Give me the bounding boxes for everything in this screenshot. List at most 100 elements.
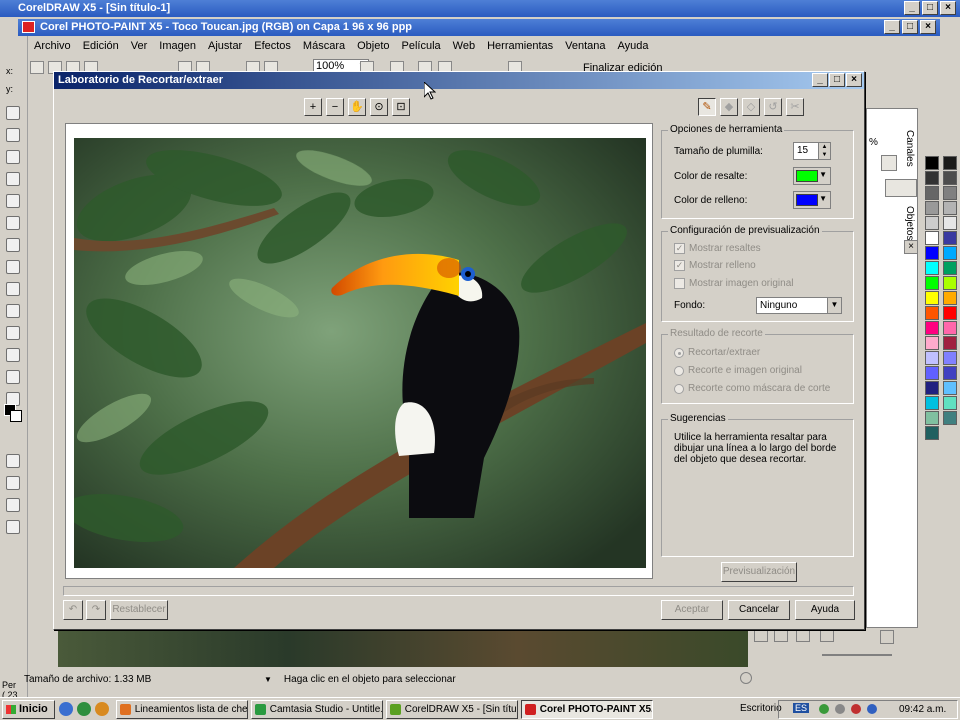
palette-swatch[interactable] <box>925 186 939 200</box>
palette-swatch[interactable] <box>925 291 939 305</box>
palette-swatch[interactable] <box>943 291 957 305</box>
palette-swatch[interactable] <box>925 306 939 320</box>
zoom-tool-icon[interactable] <box>6 172 20 186</box>
palette-swatch[interactable] <box>943 216 957 230</box>
background-color-icon[interactable] <box>10 410 22 422</box>
tray-security-icon[interactable] <box>835 704 845 714</box>
mask-tool-icon[interactable] <box>6 128 20 142</box>
palette-swatch[interactable] <box>943 171 957 185</box>
docker-close-icon[interactable]: × <box>904 240 918 254</box>
hand-icon[interactable]: ✋ <box>348 98 366 116</box>
zoom-to-fit-icon[interactable]: ⊡ <box>392 98 410 116</box>
paint-icon[interactable] <box>6 326 20 340</box>
palette-swatch[interactable] <box>943 156 957 170</box>
menu-ventana[interactable]: Ventana <box>559 40 611 52</box>
reset-button[interactable]: Restablecer <box>110 600 168 620</box>
quicklaunch-firefox-icon[interactable] <box>94 702 109 716</box>
cancel-button[interactable]: Cancelar <box>728 600 790 620</box>
clone-icon[interactable] <box>6 370 20 384</box>
palette-swatch[interactable] <box>925 426 939 440</box>
palette-swatch[interactable] <box>925 351 939 365</box>
menu-ajustar[interactable]: Ajustar <box>202 40 248 52</box>
eraser-icon[interactable] <box>6 216 20 230</box>
palette-swatch[interactable] <box>943 231 957 245</box>
dialog-maximize-button[interactable]: □ <box>829 73 845 87</box>
palette-swatch[interactable] <box>925 396 939 410</box>
brush-icon[interactable] <box>6 454 20 468</box>
zoom-out-icon[interactable]: − <box>326 98 344 116</box>
task-firefox[interactable]: Lineamientos lista de che... <box>115 699 248 719</box>
nib-size-spinner[interactable]: 15 ▲ ▼ <box>793 142 831 160</box>
text-tool-icon[interactable] <box>6 304 20 318</box>
maximize-button[interactable]: □ <box>922 1 938 15</box>
show-fill-checkbox[interactable]: ✓ Mostrar relleno <box>674 260 756 271</box>
layer-thumbnail-icon[interactable] <box>881 155 897 171</box>
highlight-color-picker[interactable]: ▼ <box>793 167 831 185</box>
palette-swatch[interactable] <box>943 336 957 350</box>
palette-swatch[interactable] <box>943 276 957 290</box>
tray-network-icon[interactable] <box>819 704 829 714</box>
palette-swatch[interactable] <box>943 246 957 260</box>
palette-swatch[interactable] <box>943 186 957 200</box>
palette-swatch[interactable] <box>943 396 957 410</box>
menu-pelicula[interactable]: Película <box>396 40 447 52</box>
trash-icon[interactable] <box>880 630 894 644</box>
pp-maximize-button[interactable]: □ <box>902 20 918 34</box>
pp-minimize-button[interactable]: _ <box>884 20 900 34</box>
layer-options-icon[interactable] <box>796 630 810 642</box>
tray-record-icon[interactable] <box>851 704 861 714</box>
palette-swatch[interactable] <box>943 366 957 380</box>
help-button[interactable]: Ayuda <box>795 600 855 620</box>
palette-swatch[interactable] <box>925 366 939 380</box>
sponge-icon[interactable] <box>6 520 20 534</box>
menu-web[interactable]: Web <box>447 40 481 52</box>
palette-swatch[interactable] <box>943 321 957 335</box>
palette-swatch[interactable] <box>943 351 957 365</box>
crop-tool-icon[interactable] <box>6 150 20 164</box>
palette-swatch[interactable] <box>925 231 939 245</box>
dialog-minimize-button[interactable]: _ <box>812 73 828 87</box>
tab-objects[interactable]: Objetos <box>904 206 915 240</box>
palette-swatch[interactable] <box>925 201 939 215</box>
palette-swatch[interactable] <box>925 381 939 395</box>
quicklaunch-ie-icon[interactable] <box>58 702 73 716</box>
palette-swatch[interactable] <box>925 276 939 290</box>
cleanup-tool-icon[interactable]: ✂ <box>786 98 804 116</box>
palette-swatch[interactable] <box>925 411 939 425</box>
dialog-close-button[interactable]: × <box>846 73 862 87</box>
crop-extract-radio[interactable]: Recortar/extraer <box>674 347 760 358</box>
palette-swatch[interactable] <box>943 411 957 425</box>
menu-objeto[interactable]: Objeto <box>351 40 395 52</box>
eyedropper-icon[interactable] <box>6 194 20 208</box>
chevron-down-icon[interactable]: ▼ <box>264 675 272 684</box>
accept-button[interactable]: Aceptar <box>661 600 723 620</box>
zoom-in-icon[interactable]: + <box>304 98 322 116</box>
ellipse-icon[interactable] <box>6 260 20 274</box>
show-original-checkbox[interactable]: Mostrar imagen original <box>674 278 794 289</box>
language-indicator[interactable]: ES <box>793 703 810 713</box>
palette-swatch[interactable] <box>925 321 939 335</box>
pick-tool-icon[interactable] <box>6 106 20 120</box>
palette-swatch[interactable] <box>943 201 957 215</box>
tab-channels[interactable]: Canales <box>904 130 915 167</box>
menu-mascara[interactable]: Máscara <box>297 40 351 52</box>
start-button[interactable]: Inicio <box>2 699 55 719</box>
menu-ayuda[interactable]: Ayuda <box>612 40 655 52</box>
preview-canvas[interactable] <box>65 123 653 579</box>
undo-button[interactable]: ↶ <box>63 600 83 620</box>
layer-mask-icon[interactable] <box>774 630 788 642</box>
palette-swatch[interactable] <box>943 381 957 395</box>
spinner-arrows-icon[interactable]: ▲ ▼ <box>818 143 830 159</box>
palette-swatch[interactable] <box>925 216 939 230</box>
detail-tool-icon[interactable]: ↺ <box>764 98 782 116</box>
effect-icon[interactable] <box>6 348 20 362</box>
task-camtasia[interactable]: Camtasia Studio - Untitle... <box>250 699 383 719</box>
palette-swatch[interactable] <box>943 306 957 320</box>
pp-close-button[interactable]: × <box>920 20 936 34</box>
drop-icon[interactable] <box>6 498 20 512</box>
palette-swatch[interactable] <box>925 246 939 260</box>
fill-tool-icon[interactable]: ◆ <box>720 98 738 116</box>
palette-swatch[interactable] <box>925 156 939 170</box>
palette-swatch[interactable] <box>925 336 939 350</box>
menu-imagen[interactable]: Imagen <box>153 40 202 52</box>
